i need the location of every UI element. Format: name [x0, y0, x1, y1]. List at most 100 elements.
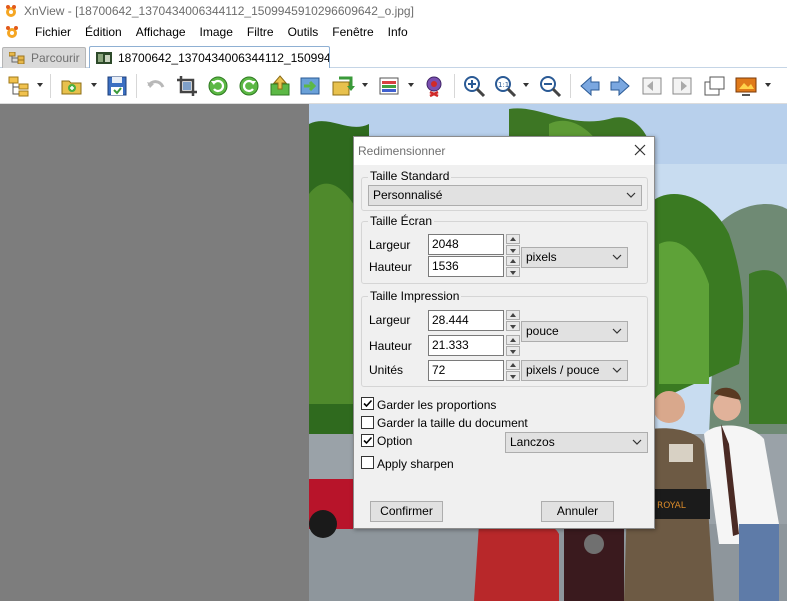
batch-dropdown-icon[interactable]	[362, 83, 368, 87]
zoom-fit-icon[interactable]: 1:1	[493, 74, 517, 98]
tree-view-icon[interactable]	[7, 74, 31, 98]
keep-proportions-label[interactable]: Garder les proportions	[377, 398, 496, 412]
toolbar: 1:1	[0, 68, 787, 104]
close-icon[interactable]	[632, 142, 648, 158]
checkmark-icon	[363, 399, 373, 408]
apply-sharpen-checkbox[interactable]	[361, 456, 374, 469]
toolbar-separator	[50, 74, 51, 98]
batch-icon[interactable]	[331, 74, 355, 98]
menu-outils[interactable]: Outils	[281, 22, 326, 42]
dialog-title-bar[interactable]: Redimensionner	[354, 137, 654, 165]
print-units-input[interactable]: 72	[428, 360, 504, 381]
zoom-in-icon[interactable]	[462, 74, 486, 98]
screen-width-input[interactable]: 2048	[428, 234, 504, 255]
print-height-spinner[interactable]	[506, 335, 520, 356]
save-icon[interactable]	[105, 74, 129, 98]
checkmark-icon	[363, 436, 373, 445]
resample-filter-select[interactable]: Lanczos	[505, 432, 648, 453]
spin-down-icon[interactable]	[510, 249, 516, 253]
keep-document-size-checkbox[interactable]	[361, 416, 374, 429]
rotate-left-icon[interactable]	[206, 74, 230, 98]
open-dropdown-icon[interactable]	[91, 83, 97, 87]
zoom-dropdown-icon[interactable]	[523, 83, 529, 87]
undo-icon[interactable]	[144, 74, 168, 98]
tree-view-dropdown-icon[interactable]	[37, 83, 43, 87]
menu-fenetre[interactable]: Fenêtre	[325, 22, 380, 42]
previous-icon[interactable]	[578, 74, 602, 98]
acquire-icon[interactable]	[268, 74, 292, 98]
screen-height-label: Hauteur	[369, 260, 412, 274]
menu-edition[interactable]: Édition	[78, 22, 129, 42]
print-units-label: Unités	[369, 363, 404, 377]
standard-size-value: Personnalisé	[373, 188, 443, 202]
print-unit-value: pouce	[526, 324, 559, 338]
menu-image[interactable]: Image	[193, 22, 240, 42]
screen-width-label: Largeur	[369, 238, 411, 252]
option-label[interactable]: Option	[377, 434, 412, 448]
standard-size-select[interactable]: Personnalisé	[368, 185, 642, 206]
print-width-input[interactable]: 28.444	[428, 310, 504, 331]
cancel-button[interactable]: Annuler	[541, 501, 614, 522]
spin-down-icon[interactable]	[510, 375, 516, 379]
slideshow-dropdown-icon[interactable]	[765, 83, 771, 87]
spin-down-icon[interactable]	[510, 271, 516, 275]
keep-document-size-label[interactable]: Garder la taille du document	[377, 416, 528, 430]
toolbar-separator	[454, 74, 455, 98]
tab-image-label: 18700642_1370434006344112_150994...	[118, 51, 330, 65]
confirm-button[interactable]: Confirmer	[370, 501, 443, 522]
resample-filter-value: Lanczos	[510, 435, 555, 449]
print-height-input[interactable]: 21.333	[428, 335, 504, 356]
next-icon[interactable]	[608, 74, 632, 98]
spin-up-icon[interactable]	[510, 363, 516, 367]
adjust-colors-icon[interactable]	[377, 74, 401, 98]
dialog-title: Redimensionner	[358, 144, 446, 158]
slideshow-icon[interactable]	[734, 74, 758, 98]
menu-filtre[interactable]: Filtre	[240, 22, 281, 42]
convert-icon[interactable]	[298, 74, 322, 98]
adjust-dropdown-icon[interactable]	[408, 83, 414, 87]
rotate-right-icon[interactable]	[237, 74, 261, 98]
spin-up-icon[interactable]	[510, 237, 516, 241]
svg-text:ROYAL: ROYAL	[657, 501, 686, 511]
chevron-down-icon	[626, 192, 636, 198]
spin-up-icon[interactable]	[510, 338, 516, 342]
keep-proportions-checkbox[interactable]	[361, 397, 374, 410]
svg-text:1:1: 1:1	[498, 81, 509, 89]
last-icon[interactable]	[670, 74, 694, 98]
print-units-spinner[interactable]	[506, 360, 520, 381]
menu-bar: Fichier Édition Affichage Image Filtre O…	[0, 22, 787, 42]
spin-down-icon[interactable]	[510, 325, 516, 329]
toolbar-separator	[570, 74, 571, 98]
spin-up-icon[interactable]	[510, 259, 516, 263]
spin-down-icon[interactable]	[510, 350, 516, 354]
tab-image[interactable]: 18700642_1370434006344112_150994...	[89, 46, 330, 69]
first-icon[interactable]	[640, 74, 664, 98]
menu-info[interactable]: Info	[381, 22, 415, 42]
screen-unit-select[interactable]: pixels	[521, 247, 628, 268]
apply-sharpen-label[interactable]: Apply sharpen	[377, 457, 454, 471]
window-title: XnView - [18700642_1370434006344112_1509…	[24, 4, 414, 18]
xnview-menu-icon[interactable]	[4, 25, 20, 39]
menu-affichage[interactable]: Affichage	[129, 22, 193, 42]
screen-height-spinner[interactable]	[506, 256, 520, 277]
red-eye-icon[interactable]	[422, 74, 446, 98]
option-checkbox[interactable]	[361, 434, 374, 447]
resize-dialog: Redimensionner Taille Standard Personnal…	[353, 136, 655, 529]
screen-width-spinner[interactable]	[506, 234, 520, 255]
title-bar: XnView - [18700642_1370434006344112_1509…	[0, 0, 787, 22]
print-unit-select[interactable]: pouce	[521, 321, 628, 342]
menu-fichier[interactable]: Fichier	[28, 22, 78, 42]
open-folder-icon[interactable]	[60, 74, 84, 98]
print-height-label: Hauteur	[369, 339, 412, 353]
toolbar-separator	[136, 74, 137, 98]
resolution-unit-select[interactable]: pixels / pouce	[521, 360, 628, 381]
screen-unit-value: pixels	[526, 250, 557, 264]
screen-height-input[interactable]: 1536	[428, 256, 504, 277]
chevron-down-icon	[612, 367, 622, 373]
fullscreen-icon[interactable]	[702, 74, 726, 98]
tab-browse[interactable]: Parcourir	[2, 47, 86, 68]
spin-up-icon[interactable]	[510, 313, 516, 317]
crop-icon[interactable]	[175, 74, 199, 98]
zoom-out-icon[interactable]	[538, 74, 562, 98]
print-width-spinner[interactable]	[506, 310, 520, 331]
